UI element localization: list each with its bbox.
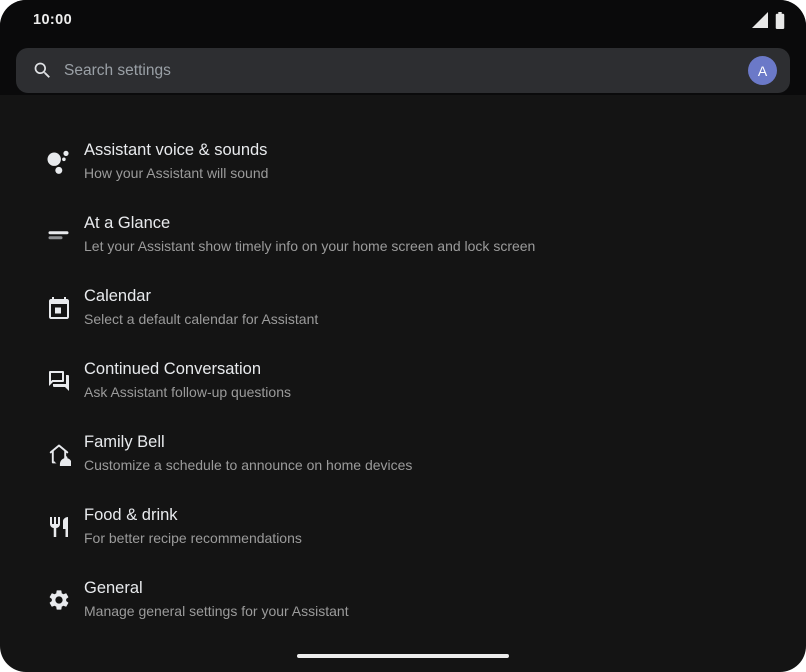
conversation-icon — [47, 369, 71, 393]
gear-icon — [47, 588, 71, 612]
assistant-settings-list: Assistant voice & sounds How your Assist… — [0, 95, 806, 636]
avatar-letter: A — [758, 63, 767, 79]
header-area: 10:00 Search settings A — [0, 0, 806, 95]
list-item-subtitle: Let your Assistant show timely info on y… — [84, 237, 535, 256]
home-bell-icon — [47, 442, 71, 466]
list-item-calendar[interactable]: Calendar Select a default calendar for A… — [0, 271, 806, 344]
list-item-title: General — [84, 578, 349, 599]
status-clock: 10:00 — [33, 12, 72, 28]
list-item-title: Calendar — [84, 286, 318, 307]
battery-icon — [775, 12, 785, 29]
list-item-title: Continued Conversation — [84, 359, 291, 380]
list-item-at-a-glance[interactable]: At a Glance Let your Assistant show time… — [0, 198, 806, 271]
list-item-title: Food & drink — [84, 505, 302, 526]
tablet-screen: 10:00 Search settings A — [0, 0, 806, 672]
list-item-subtitle: Manage general settings for your Assista… — [84, 602, 349, 621]
list-item-assistant-voice-sounds[interactable]: Assistant voice & sounds How your Assist… — [0, 125, 806, 198]
calendar-icon — [47, 296, 71, 320]
search-icon[interactable] — [32, 60, 53, 81]
status-icons — [752, 12, 785, 29]
search-settings-bar[interactable]: Search settings A — [16, 48, 790, 93]
glance-icon — [47, 223, 71, 247]
assistant-icon — [47, 150, 71, 174]
gesture-navigation-handle[interactable] — [297, 654, 509, 658]
list-item-family-bell[interactable]: Family Bell Customize a schedule to anno… — [0, 417, 806, 490]
list-item-food-drink[interactable]: Food & drink For better recipe recommend… — [0, 490, 806, 563]
list-item-title: Assistant voice & sounds — [84, 140, 268, 161]
list-item-subtitle: For better recipe recommendations — [84, 529, 302, 548]
account-avatar[interactable]: A — [748, 56, 777, 85]
signal-icon — [752, 12, 768, 28]
restaurant-icon — [47, 515, 71, 539]
list-item-continued-conversation[interactable]: Continued Conversation Ask Assistant fol… — [0, 344, 806, 417]
list-item-title: Family Bell — [84, 432, 412, 453]
list-item-subtitle: Select a default calendar for Assistant — [84, 310, 318, 329]
status-bar: 10:00 — [0, 0, 806, 40]
search-placeholder: Search settings — [64, 62, 171, 80]
list-item-subtitle: Customize a schedule to announce on home… — [84, 456, 412, 475]
list-item-subtitle: How your Assistant will sound — [84, 164, 268, 183]
list-item-general[interactable]: General Manage general settings for your… — [0, 563, 806, 636]
list-item-subtitle: Ask Assistant follow-up questions — [84, 383, 291, 402]
list-item-title: At a Glance — [84, 213, 535, 234]
